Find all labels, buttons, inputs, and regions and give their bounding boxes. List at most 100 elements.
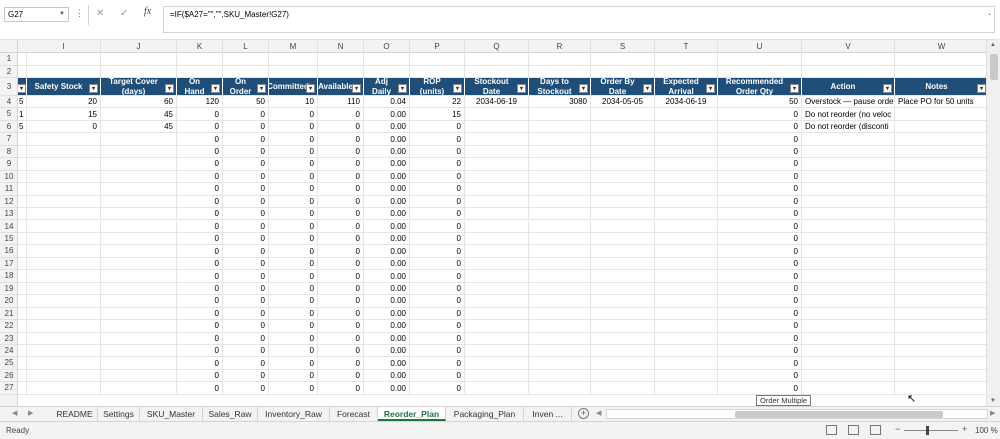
table-cell[interactable]	[895, 245, 986, 256]
table-cell[interactable]	[655, 133, 718, 145]
table-cell[interactable]: 0	[318, 220, 364, 232]
table-cell[interactable]: 10	[269, 96, 318, 108]
table-cell[interactable]	[18, 208, 27, 220]
table-cell[interactable]	[529, 345, 591, 357]
table-cell[interactable]	[655, 53, 718, 65]
table-cell[interactable]	[802, 208, 895, 220]
row-header[interactable]: 8	[0, 146, 17, 159]
table-cell[interactable]	[591, 53, 655, 65]
table-cell[interactable]	[18, 345, 27, 357]
table-cell[interactable]: 2034-05-05	[591, 96, 655, 108]
table-cell[interactable]	[895, 370, 986, 381]
table-cell[interactable]	[655, 345, 718, 357]
column-header-cell[interactable]: Days to Stockout ▾	[529, 78, 591, 95]
table-cell[interactable]: 0	[718, 257, 802, 270]
insert-function-icon[interactable]: fx	[144, 6, 151, 17]
table-cell[interactable]	[655, 282, 718, 295]
table-cell[interactable]	[802, 282, 895, 295]
row-header[interactable]: 21	[0, 308, 17, 321]
table-cell[interactable]: 0	[318, 369, 364, 382]
table-cell[interactable]	[529, 133, 591, 145]
table-cell[interactable]	[27, 133, 101, 145]
table-cell[interactable]	[655, 307, 718, 320]
filter-dropdown-icon[interactable]: ▾	[643, 84, 652, 93]
table-cell[interactable]	[529, 65, 591, 77]
table-cell[interactable]: Overstock — pause orde	[802, 96, 895, 108]
table-cell[interactable]: 0	[223, 307, 269, 320]
table-cell[interactable]: Do not reorder (no veloc	[802, 108, 895, 120]
table-cell[interactable]: 0	[318, 307, 364, 320]
table-cell[interactable]	[18, 232, 27, 245]
column-header-n[interactable]: N	[318, 40, 364, 53]
sheet-tab[interactable]: Forecast	[330, 407, 378, 421]
table-cell[interactable]	[591, 307, 655, 320]
table-cell[interactable]: 0	[318, 282, 364, 295]
table-cell[interactable]: Do not reorder (disconti	[802, 120, 895, 133]
table-cell[interactable]: 0	[223, 108, 269, 120]
table-cell[interactable]	[18, 282, 27, 295]
table-cell[interactable]	[101, 357, 177, 369]
table-cell[interactable]: 0	[177, 332, 223, 344]
page-break-icon[interactable]	[870, 425, 881, 435]
table-cell[interactable]: 110	[318, 96, 364, 108]
column-header-cell[interactable]: Safety Stock ▾	[27, 78, 101, 95]
table-cell[interactable]: 0	[318, 257, 364, 270]
table-cell[interactable]	[655, 195, 718, 208]
table-cell[interactable]	[591, 382, 655, 394]
table-cell[interactable]	[591, 183, 655, 195]
zoom-out-icon[interactable]: −	[895, 424, 900, 434]
column-header-p[interactable]: P	[410, 40, 465, 53]
table-cell[interactable]	[27, 208, 101, 220]
table-cell[interactable]	[529, 295, 591, 307]
table-cell[interactable]	[895, 196, 986, 207]
row-header[interactable]: 25	[0, 357, 17, 370]
table-cell[interactable]	[895, 158, 986, 169]
table-cell[interactable]: 0.00	[364, 245, 410, 257]
table-cell[interactable]	[101, 345, 177, 357]
table-cell[interactable]: 0	[177, 357, 223, 369]
table-cell[interactable]	[101, 332, 177, 344]
table-cell[interactable]	[655, 183, 718, 195]
table-cell[interactable]: 0	[318, 232, 364, 245]
table-cell[interactable]	[529, 108, 591, 120]
table-cell[interactable]: 0	[177, 208, 223, 220]
table-cell[interactable]	[18, 170, 27, 183]
row-header[interactable]: 6	[0, 121, 17, 134]
table-cell[interactable]: 0.00	[364, 357, 410, 369]
table-cell[interactable]: 0	[269, 282, 318, 295]
table-cell[interactable]	[591, 220, 655, 232]
table-cell[interactable]	[101, 53, 177, 65]
table-cell[interactable]	[27, 257, 101, 270]
table-cell[interactable]: 0	[269, 120, 318, 133]
column-header-q[interactable]: Q	[465, 40, 529, 53]
table-cell[interactable]	[27, 270, 101, 282]
table-cell[interactable]: 0.00	[364, 320, 410, 332]
table-cell[interactable]: 0	[718, 282, 802, 295]
table-cell[interactable]: 0	[718, 270, 802, 282]
table-cell[interactable]: 0	[269, 320, 318, 332]
table-cell[interactable]	[895, 333, 986, 344]
name-box[interactable]: G27 ▼	[4, 7, 69, 22]
table-cell[interactable]	[18, 183, 27, 195]
table-cell[interactable]	[27, 170, 101, 183]
table-cell[interactable]	[101, 145, 177, 158]
table-cell[interactable]: 0	[718, 295, 802, 307]
table-cell[interactable]	[591, 195, 655, 208]
table-cell[interactable]	[101, 307, 177, 320]
table-cell[interactable]	[802, 232, 895, 245]
table-cell[interactable]: 0	[718, 220, 802, 232]
table-cell[interactable]	[465, 320, 529, 332]
horizontal-scrollbar[interactable]	[606, 409, 988, 419]
table-cell[interactable]	[27, 220, 101, 232]
table-cell[interactable]	[18, 320, 27, 332]
table-cell[interactable]	[465, 53, 529, 65]
table-cell[interactable]	[529, 270, 591, 282]
filter-dropdown-icon[interactable]: ▾	[257, 84, 266, 93]
table-cell[interactable]: Place PO for 50 units	[895, 96, 986, 107]
table-cell[interactable]	[410, 65, 465, 77]
table-cell[interactable]	[465, 357, 529, 369]
table-cell[interactable]	[18, 220, 27, 232]
table-cell[interactable]	[101, 220, 177, 232]
table-cell[interactable]	[655, 245, 718, 257]
table-cell[interactable]: 50	[223, 96, 269, 108]
